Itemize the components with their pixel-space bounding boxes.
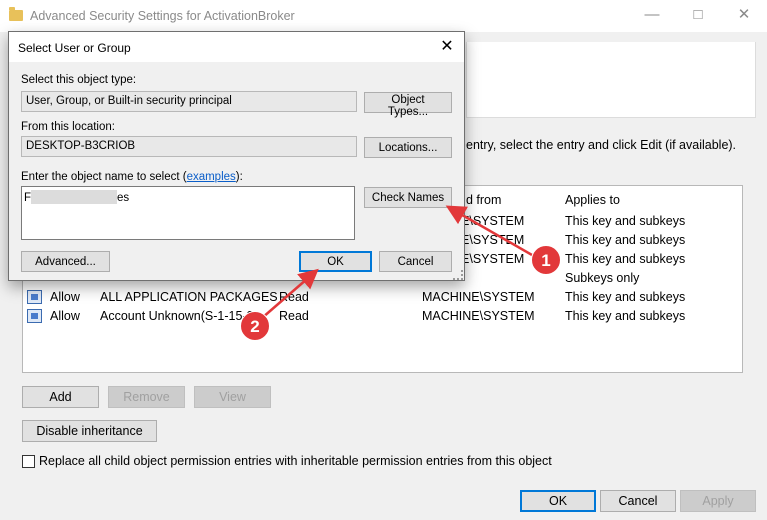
- callout-arrow-1: [445, 205, 533, 257]
- callout-arrows: [261, 205, 533, 319]
- callout-badge-2: 2: [240, 311, 270, 341]
- callout-badge-1: 1: [531, 245, 561, 275]
- callout-arrow-2: [261, 268, 319, 319]
